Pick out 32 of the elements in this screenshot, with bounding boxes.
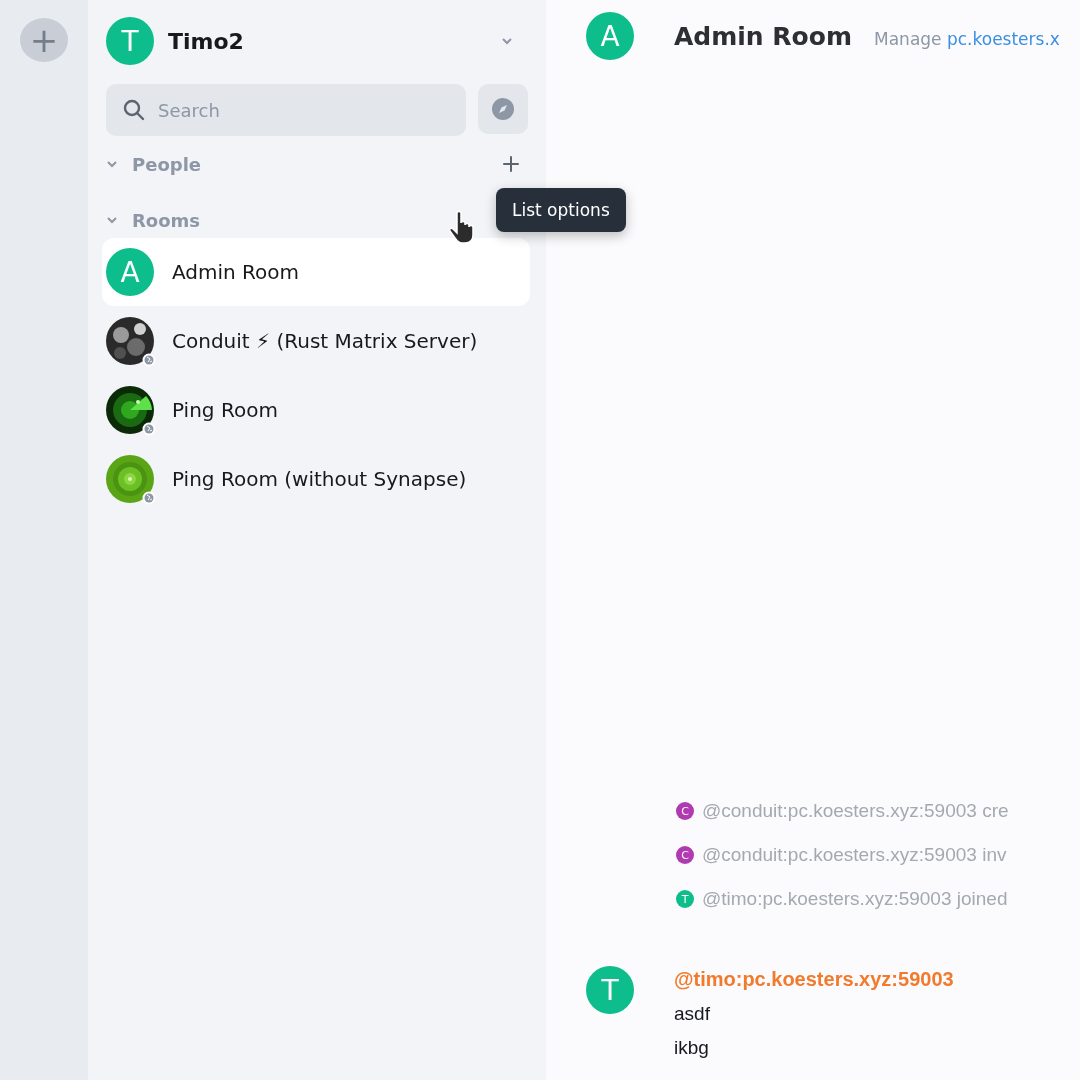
room-avatar: A [106,248,154,296]
search-icon [122,98,146,122]
user-avatar: C [676,802,694,820]
room-list-item[interactable]: Conduit ⚡ (Rust Matrix Server) [102,317,530,365]
chevron-down-icon[interactable] [106,158,118,170]
section-heading[interactable]: Rooms [132,209,448,231]
user-avatar[interactable]: T [106,17,154,65]
create-space-button[interactable]: + [20,18,68,62]
user-name[interactable]: Timo2 [168,28,486,54]
event-text: @conduit:pc.koesters.xyz:59003 inv [702,844,1007,866]
sender-name[interactable]: @timo:pc.koesters.xyz:59003 [674,968,954,991]
room-list-item[interactable]: Ping Room [102,386,530,434]
room-topic: Manage pc.koesters.x [874,29,1060,49]
room-title[interactable]: Admin Room [674,21,852,51]
add-icon[interactable] [502,155,520,173]
tooltip: List options [496,188,626,232]
user-avatar: T [586,966,634,1014]
explore-rooms-button[interactable] [478,84,528,134]
message-text: ikbg [674,1037,710,1059]
compass-icon [491,97,515,121]
user-avatar: C [676,846,694,864]
event-text: @timo:pc.koesters.xyz:59003 joined [702,888,1008,910]
section-heading[interactable]: People [132,153,502,175]
user-avatar: T [676,890,694,908]
room-avatar[interactable]: A [586,12,634,60]
room-list-item[interactable]: Ping Room (without Synapse) [102,455,530,503]
message-text: asdf [674,1003,711,1025]
event-text: @conduit:pc.koesters.xyz:59003 cre [702,800,1009,822]
search-field[interactable]: Search [106,84,466,136]
room-list-item[interactable]: A Admin Room [102,238,530,306]
chevron-down-icon[interactable] [106,214,118,226]
server-link[interactable]: pc.koesters.x [946,29,1060,49]
